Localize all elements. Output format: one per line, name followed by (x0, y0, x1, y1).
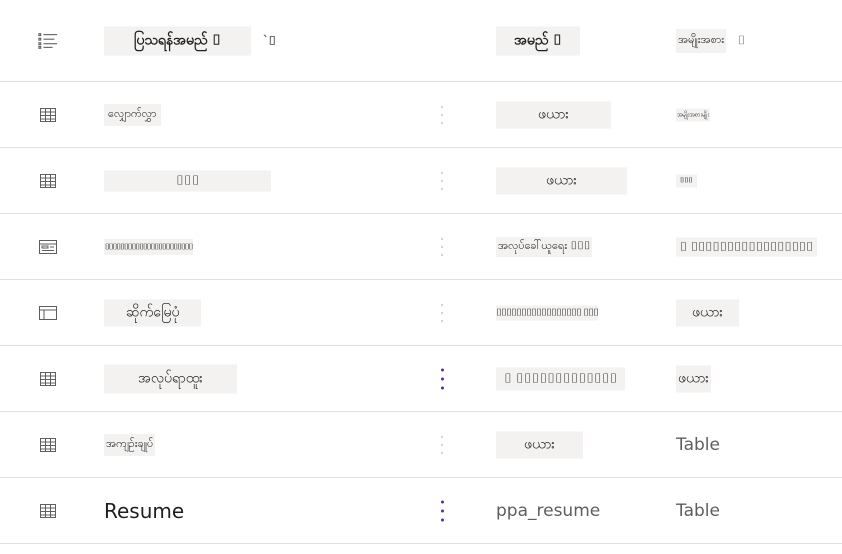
table-row[interactable]: လျှောက်လွှာ ဖယား အမျိုးအစားမျိုး (0, 82, 842, 148)
row-type: ဖယား (676, 365, 711, 392)
row-display-name[interactable]: ဆိုက်မြေပုံ (104, 299, 202, 326)
more-options-button[interactable] (432, 171, 452, 190)
row-schema-name: ဖယား (496, 167, 627, 194)
more-options-button[interactable] (432, 368, 452, 389)
row-schema-name: ဖယား (496, 431, 583, 458)
more-options-button[interactable] (432, 237, 452, 256)
row-display-name[interactable]: အကျဉ်းချုပ် (104, 433, 156, 456)
sort-icon[interactable]: `⌷ (263, 33, 276, 48)
row-display-name[interactable]: လျှောက်လွှာ (104, 103, 161, 126)
table-row[interactable]: ဆိုက်မြေပုံ ⌷⌷⌷⌷⌷⌷⌷⌷⌷⌷⌷⌷⌷⌷⌷⌷⌷ ⌷⌷⌷ ဖယား (0, 280, 842, 346)
table-row[interactable]: အလုပ်ရာထူး ⌷ ⌷⌷⌷⌷⌷⌷⌷⌷⌷⌷⌷⌷⌷ ဖယား (0, 346, 842, 412)
row-type: ⌷⌷⌷ (676, 174, 697, 187)
more-options-button[interactable] (432, 435, 452, 454)
row-type: Table (676, 434, 720, 455)
sort-icon[interactable]: ⌷ (738, 33, 745, 48)
list-icon[interactable] (38, 31, 58, 51)
row-display-name[interactable]: ⌷⌷⌷ (104, 170, 272, 191)
row-schema-name: အလုပ်ခေါ်ယူရေး ⌷⌷⌷ (496, 236, 593, 257)
table-header: ပြသရန်အမည် ⌷ `⌷ အမည် ⌷ အမျိုးအစား ⌷ (0, 0, 842, 82)
table-icon (38, 435, 58, 455)
row-display-name[interactable]: ⌷⌷⌷⌷⌷⌷⌷⌷⌷⌷⌷⌷⌷⌷⌷⌷⌷⌷⌷⌷⌷⌷⌷ (104, 238, 193, 255)
view-icon (38, 303, 58, 323)
entity-table: ပြသရန်အမည် ⌷ `⌷ အမည် ⌷ အမျိုးအစား ⌷ လျှေ… (0, 0, 842, 544)
table-icon (38, 105, 58, 125)
table-row[interactable]: အကျဉ်းချုပ် ဖယား Table (0, 412, 842, 478)
row-schema-name: ⌷ ⌷⌷⌷⌷⌷⌷⌷⌷⌷⌷⌷⌷⌷ (496, 367, 626, 390)
column-header-display-name[interactable]: ပြသရန်အမည် ⌷ `⌷ (104, 26, 276, 55)
row-type: ဖယား (676, 299, 739, 326)
row-type: Table (676, 500, 720, 521)
row-type: အမျိုးအစားမျိုး (676, 108, 710, 121)
table-icon (38, 369, 58, 389)
row-type: ⌷ ⌷⌷⌷⌷⌷⌷⌷⌷⌷⌷⌷⌷⌷⌷⌷⌷⌷ (676, 237, 818, 256)
table-row[interactable]: ⌷⌷⌷ ဖယား ⌷⌷⌷ (0, 148, 842, 214)
column-header-type[interactable]: အမျိုးအစား ⌷ (676, 28, 745, 53)
more-options-button[interactable] (432, 105, 452, 124)
table-icon (38, 171, 58, 191)
row-schema-name: ppa_resume (496, 500, 601, 521)
row-schema-name: ⌷⌷⌷⌷⌷⌷⌷⌷⌷⌷⌷⌷⌷⌷⌷⌷⌷ ⌷⌷⌷ (496, 305, 599, 320)
more-options-button[interactable] (432, 500, 452, 521)
table-row[interactable]: Resume ppa_resume Table (0, 478, 842, 544)
table-row[interactable]: ⌷⌷⌷⌷⌷⌷⌷⌷⌷⌷⌷⌷⌷⌷⌷⌷⌷⌷⌷⌷⌷⌷⌷ အလုပ်ခေါ်ယူရေး ⌷… (0, 214, 842, 280)
form-icon (38, 237, 58, 257)
column-header-name[interactable]: အမည် ⌷ (496, 26, 580, 55)
row-schema-name: ဖယား (496, 101, 611, 128)
more-options-button[interactable] (432, 303, 452, 322)
row-display-name[interactable]: Resume (104, 499, 184, 523)
row-display-name[interactable]: အလုပ်ရာထူး (104, 364, 237, 393)
table-icon (38, 501, 58, 521)
